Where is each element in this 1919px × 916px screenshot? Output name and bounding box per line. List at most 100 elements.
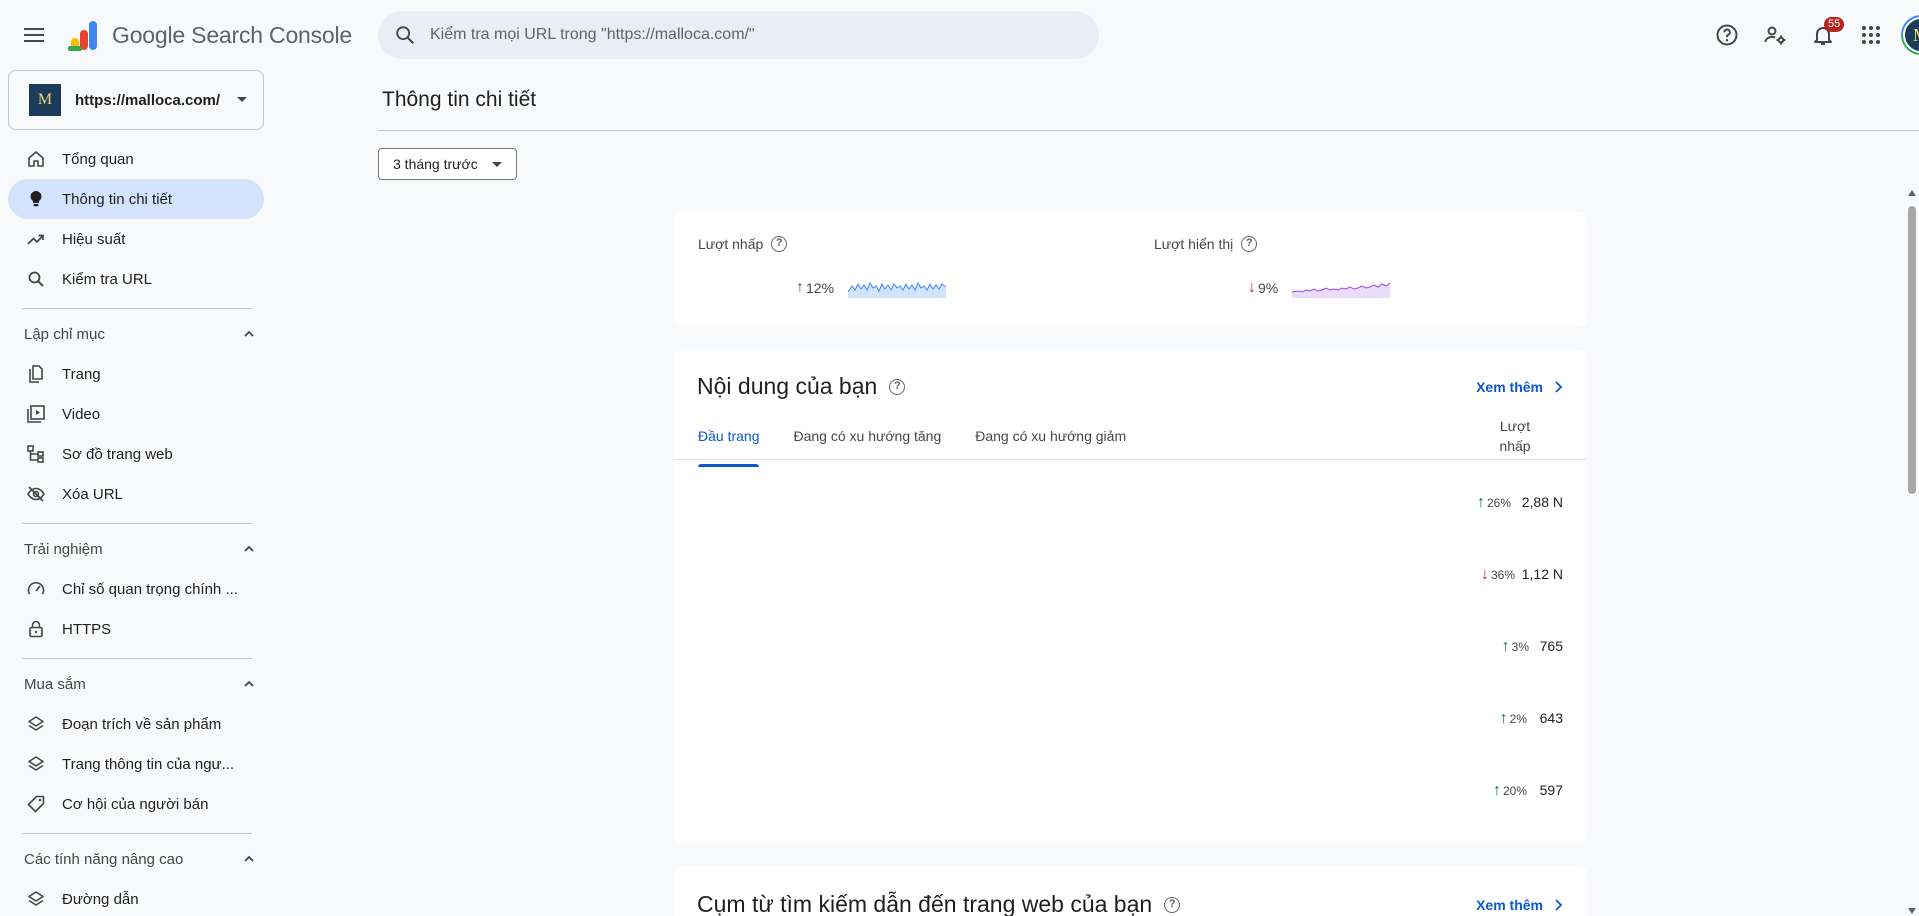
page-title: Thông tin chi tiết: [382, 88, 537, 111]
pages-icon: [26, 364, 46, 384]
search-console-logo-icon: [68, 21, 97, 51]
arrow-up-icon: ↑: [1476, 494, 1485, 511]
row-change: ↓ 36%: [1480, 566, 1515, 583]
metric-impressions[interactable]: Lượt hiển thị?: [1154, 236, 1258, 252]
row-change: ↑ 20%: [1492, 782, 1527, 799]
page-scrollbar[interactable]: [1907, 190, 1917, 916]
menu-icon[interactable]: [22, 24, 46, 48]
sidebar-item-insights[interactable]: Thông tin chi tiết: [8, 179, 264, 219]
table-row[interactable]: ↑ 26% 2,88 N: [674, 468, 1587, 540]
section-enhancements[interactable]: Các tính năng nâng cao: [24, 843, 256, 875]
row-value: 597: [1539, 782, 1563, 798]
chevron-up-icon: [244, 680, 254, 687]
scroll-down-arrow[interactable]: [1908, 908, 1916, 914]
eye-off-icon: [26, 484, 46, 504]
metric-impressions-change: ↓ 9%: [1248, 278, 1391, 298]
sidebar-divider: [22, 523, 252, 524]
account-avatar[interactable]: M: [1901, 15, 1919, 55]
speed-icon: [26, 579, 46, 599]
notifications-badge: 55: [1824, 17, 1845, 32]
logo-text: Google Search Console: [112, 21, 353, 48]
sidebar-item-pages[interactable]: Trang: [8, 354, 264, 394]
see-more-link[interactable]: Xem thêm: [1476, 897, 1563, 913]
help-icon[interactable]: [1707, 15, 1747, 55]
search-console-logo[interactable]: Google Search Console: [68, 18, 352, 52]
search-icon: [26, 269, 46, 289]
arrow-up-icon: ↑: [1501, 638, 1510, 655]
sidebar-item-merchant-listings[interactable]: Trang thông tin của ngư...: [8, 744, 264, 784]
lightbulb-icon: [26, 189, 46, 209]
metrics-card: Lượt nhấp? ↑ 12% Lượt hiển thị? ↓ 9%: [674, 212, 1587, 326]
chevron-up-icon: [244, 545, 254, 552]
layers-icon: [26, 889, 46, 909]
notifications-icon[interactable]: 55: [1803, 15, 1845, 55]
see-more-link[interactable]: Xem thêm: [1476, 379, 1563, 395]
scroll-up-arrow[interactable]: [1908, 190, 1916, 196]
sidebar-divider: [22, 658, 252, 659]
clicks-sparkline: [848, 281, 947, 298]
card-title: Cụm từ tìm kiếm dẫn đến trang web của bạ…: [697, 891, 1181, 916]
sidebar-item-overview[interactable]: Tổng quan: [8, 139, 264, 179]
sidebar: M https://malloca.com/ Tổng quan Thông t…: [0, 70, 264, 916]
table-row[interactable]: ↓ 36% 1,12 N: [674, 540, 1587, 612]
row-value: 1,12 N: [1521, 566, 1563, 582]
tab-trending-down[interactable]: Đang có xu hướng giảm: [975, 424, 1126, 468]
search-queries-card: Cụm từ tìm kiếm dẫn đến trang web của bạ…: [674, 867, 1587, 916]
sidebar-item-removals[interactable]: Xóa URL: [8, 474, 264, 514]
search-input[interactable]: [430, 26, 1050, 44]
video-icon: [26, 404, 46, 424]
user-settings-icon[interactable]: [1755, 15, 1795, 55]
url-inspection-search[interactable]: [378, 11, 1099, 59]
apps-grid-icon[interactable]: [1851, 15, 1891, 55]
trending-icon: [26, 229, 46, 249]
search-icon: [396, 26, 414, 44]
help-icon[interactable]: ?: [889, 378, 906, 395]
layers-icon: [26, 714, 46, 734]
home-icon: [26, 149, 46, 169]
sidebar-item-url-inspection[interactable]: Kiểm tra URL: [8, 259, 264, 299]
sidebar-item-core-web-vitals[interactable]: Chỉ số quan trọng chính ...: [8, 569, 264, 609]
property-logo: M: [29, 84, 61, 116]
arrow-up-icon: ↑: [796, 279, 804, 296]
help-icon[interactable]: ?: [1241, 236, 1258, 252]
row-value: 643: [1539, 710, 1563, 726]
sidebar-item-product-snippets[interactable]: Đoạn trích về sản phẩm: [8, 704, 264, 744]
caret-down-icon: [237, 97, 247, 102]
help-icon[interactable]: ?: [1164, 896, 1181, 913]
property-selector[interactable]: M https://malloca.com/: [8, 70, 264, 130]
sidebar-item-performance[interactable]: Hiệu suất: [8, 219, 264, 259]
title-divider: [378, 130, 1919, 131]
card-title: Nội dung của bạn?: [697, 373, 906, 400]
table-row[interactable]: ↑ 3% 765: [674, 612, 1587, 684]
arrow-down-icon: ↓: [1480, 566, 1489, 583]
tab-top[interactable]: Đầu trang: [698, 424, 760, 468]
tag-icon: [26, 794, 46, 814]
tab-trending-up[interactable]: Đang có xu hướng tăng: [793, 424, 941, 468]
section-shopping[interactable]: Mua sắm: [24, 668, 256, 700]
sitemap-icon: [26, 444, 46, 464]
section-indexing[interactable]: Lập chỉ mục: [24, 318, 256, 350]
sidebar-item-video[interactable]: Video: [8, 394, 264, 434]
row-change: ↑ 26%: [1476, 494, 1511, 511]
sidebar-item-breadcrumbs[interactable]: Đường dẫn: [8, 879, 264, 916]
row-change: ↑ 3%: [1501, 638, 1529, 655]
property-url: https://malloca.com/: [75, 91, 221, 109]
sidebar-item-merchant-opportunities[interactable]: Cơ hội của người bán: [8, 784, 264, 824]
sidebar-item-https[interactable]: HTTPS: [8, 609, 264, 649]
table-row[interactable]: ↑ 2% 643: [674, 684, 1587, 756]
table-row[interactable]: ↑ 20% 597: [674, 756, 1587, 828]
your-content-card: Nội dung của bạn? Xem thêm Đầu trang Đan…: [674, 350, 1587, 843]
column-header-clicks[interactable]: Lượt nhấp: [1495, 416, 1535, 456]
row-value: 765: [1539, 638, 1563, 654]
sidebar-item-sitemaps[interactable]: Sơ đồ trang web: [8, 434, 264, 474]
row-change: ↑ 2%: [1499, 710, 1527, 727]
metric-clicks[interactable]: Lượt nhấp?: [698, 236, 788, 252]
section-experience[interactable]: Trải nghiệm: [24, 533, 256, 565]
sidebar-divider: [22, 833, 252, 834]
arrow-down-icon: ↓: [1248, 279, 1256, 296]
period-dropdown[interactable]: 3 tháng trước: [378, 148, 517, 180]
scrollbar-thumb[interactable]: [1908, 206, 1916, 494]
help-icon[interactable]: ?: [771, 236, 788, 252]
arrow-up-icon: ↑: [1499, 710, 1508, 727]
chevron-right-icon: [1555, 899, 1563, 911]
